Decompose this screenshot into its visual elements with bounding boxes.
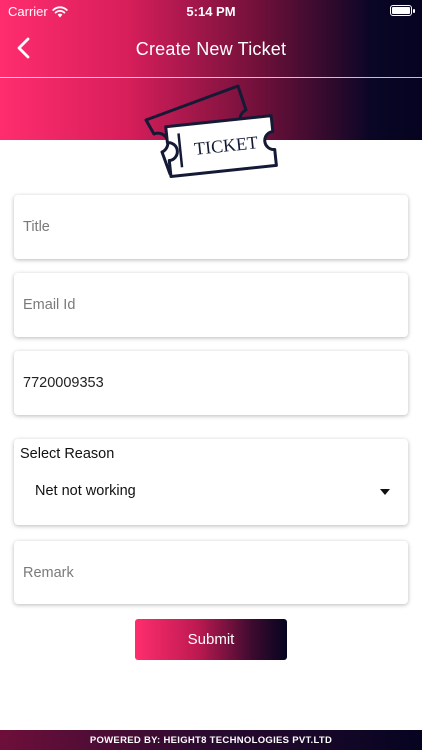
nav-divider [0,77,422,78]
reason-selected-value: Net not working [35,483,136,499]
title-input[interactable] [14,195,408,259]
reason-dropdown[interactable]: Net not working [14,475,408,509]
title-field[interactable] [14,195,408,259]
email-field[interactable] [14,273,408,337]
remark-field[interactable] [14,541,408,604]
submit-button[interactable]: Submit [135,619,287,660]
phone-field[interactable] [14,351,408,415]
reason-label: Select Reason [20,446,115,462]
status-bar: Carrier 5:14 PM [0,0,422,22]
status-time: 5:14 PM [186,4,236,19]
battery-icon [390,5,415,16]
footer-credit: POWERED BY: HEIGHT8 TECHNOLOGIES PVT.LTD [0,730,422,750]
email-input[interactable] [14,273,408,337]
reason-card: Select Reason Net not working [14,439,408,525]
ticket-icon: TICKET [144,84,278,178]
caret-down-icon [380,489,390,495]
phone-input[interactable] [14,351,408,415]
nav-bar: Create New Ticket [0,22,422,76]
remark-input[interactable] [14,541,408,604]
page-title: Create New Ticket [135,39,287,59]
